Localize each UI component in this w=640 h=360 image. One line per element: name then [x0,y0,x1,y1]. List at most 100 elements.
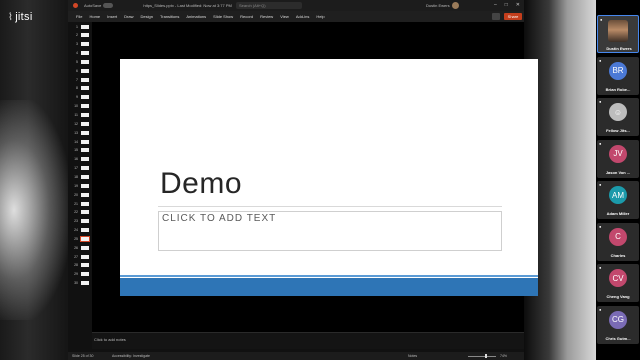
slide-thumbnail-pane: 1 2 3 4 5 6 7 8 9 10 11 12 13 14 15 16 17 18 19 20 21 22 23 24 2… [68,22,92,348]
slide-thumbnail[interactable]: 25 [70,235,92,242]
participant-video [608,20,628,42]
close-icon[interactable]: ✕ [516,2,520,8]
tab-help[interactable]: Help [316,14,324,19]
current-slide[interactable]: Demo CLICK TO ADD TEXT [120,59,538,296]
notes-button[interactable]: Notes [408,354,417,358]
slide-thumbnail[interactable]: 1 [70,24,92,29]
slide-thumbnail-preview [81,130,89,135]
slide-thumbnail[interactable]: 6 [70,68,92,73]
slide-thumbnail-preview [81,24,89,29]
slide-thumbnail-preview [81,113,89,117]
slide-canvas: Demo CLICK TO ADD TEXT [92,22,538,332]
user-name[interactable]: Dustin Ewers [426,3,450,8]
slide-thumbnail[interactable]: 18 [70,174,92,179]
participant-tile[interactable]: ● C Charles [597,222,639,261]
slide-thumbnail[interactable]: 7 [70,77,92,82]
maximize-icon[interactable]: □ [505,2,508,8]
slide-title[interactable]: Demo [160,167,242,201]
participant-tile[interactable]: ● BR Brian Robe... [597,56,639,95]
slide-thumbnail[interactable]: 28 [70,263,92,268]
participant-tile[interactable]: ● Dustin Ewers [597,15,639,53]
slide-thumbnail[interactable]: 14 [70,139,92,144]
slide-thumbnail[interactable]: 3 [70,42,92,47]
slide-thumbnail[interactable]: 4 [70,51,92,56]
tab-transitions[interactable]: Transitions [160,14,179,19]
slide-thumbnail[interactable]: 26 [70,245,92,250]
tab-add-ins[interactable]: Add-ins [296,14,310,19]
slide-thumbnail-number: 6 [76,68,78,73]
autosave-toggle[interactable] [103,3,114,8]
slide-thumbnail[interactable]: 10 [70,104,92,109]
participant-tile[interactable]: ● CG Chris Gutm... [597,305,639,344]
participant-tile[interactable]: ● JV Jason Von ... [597,139,639,178]
participant-tile[interactable]: ● AM Adam Miller [597,181,639,219]
window-controls: – □ ✕ [494,2,520,8]
participant-avatar: CV [609,269,627,287]
slide-thumbnail[interactable]: 29 [70,272,92,277]
tab-slide-show[interactable]: Slide Show [213,14,233,19]
slide-thumbnail[interactable]: 13 [70,130,92,135]
tab-review[interactable]: Review [260,14,273,19]
user-avatar[interactable] [452,2,459,9]
slide-thumbnail[interactable]: 17 [70,166,92,171]
text-placeholder-label: CLICK TO ADD TEXT [162,213,277,224]
slide-thumbnail-number: 24 [74,228,78,233]
title-divider [158,206,502,207]
zoom-level[interactable]: 74% [500,354,507,358]
tab-file[interactable]: File [76,14,82,19]
tab-view[interactable]: View [280,14,289,19]
participant-tile[interactable]: ● CV Cheng Vang [597,264,639,302]
slide-thumbnail[interactable]: 16 [70,157,92,162]
default-user-icon: ☺ [609,103,627,121]
slide-thumbnail-preview [80,235,90,242]
slide-thumbnail[interactable]: 19 [70,183,92,188]
comments-button[interactable] [492,13,500,20]
slide-thumbnail[interactable]: 22 [70,210,92,215]
status-bar: Slide 25 of 30 Accessibility: Investigat… [68,352,524,360]
slide-thumbnail-number: 23 [74,219,78,224]
slide-thumbnail[interactable]: 15 [70,148,92,153]
share-button[interactable]: Share [504,13,522,20]
slide-thumbnail[interactable]: 20 [70,192,92,197]
zoom-slider-thumb[interactable] [485,354,487,358]
tab-draw[interactable]: Draw [124,14,133,19]
slide-thumbnail[interactable]: 11 [70,113,92,118]
tab-insert[interactable]: Insert [107,14,117,19]
slide-thumbnail[interactable]: 21 [70,201,92,206]
slide-thumbnail-number: 16 [74,157,78,162]
participant-name: Adam Miller [606,211,630,216]
slide-thumbnail[interactable]: 30 [70,281,92,286]
slide-thumbnail-preview [81,51,89,56]
slide-thumbnail[interactable]: 2 [70,33,92,38]
slide-thumbnail-preview [81,201,89,206]
ribbon-tabs: File Home Insert Draw Design Transitions… [68,11,524,22]
slide-thumbnail[interactable]: 8 [70,86,92,91]
tab-record[interactable]: Record [240,14,253,19]
mic-icon: ● [599,57,602,63]
slide-thumbnail[interactable]: 24 [70,228,92,233]
slide-thumbnail-number: 30 [74,281,78,286]
tab-home[interactable]: Home [89,14,100,19]
mic-icon: ● [599,265,602,270]
slide-thumbnail-number: 26 [74,245,78,250]
participant-tile[interactable]: ● ☺ Fellow Jits... [597,98,639,136]
slide-thumbnail[interactable]: 9 [70,95,92,100]
tab-design[interactable]: Design [140,14,152,19]
slide-thumbnail[interactable]: 12 [70,121,92,126]
notes-pane[interactable]: Click to add notes [92,332,524,349]
slide-thumbnail-number: 1 [76,24,78,29]
slide-thumbnail-preview [81,95,89,100]
search-input[interactable]: Search (Alt+Q) [236,2,302,9]
participant-name: Jason Von ... [605,169,631,175]
accessibility-status[interactable]: Accessibility: Investigate [112,354,150,358]
tab-animations[interactable]: Animations [186,14,206,19]
slide-thumbnail-preview [81,68,89,73]
minimize-icon[interactable]: – [494,2,497,8]
slide-thumbnail-number: 7 [76,77,78,82]
slide-thumbnail[interactable]: 5 [70,59,92,64]
mic-icon: ● [599,140,602,146]
text-placeholder[interactable]: CLICK TO ADD TEXT [158,211,502,251]
slide-thumbnail[interactable]: 23 [70,219,92,224]
zoom-slider[interactable] [468,356,496,357]
slide-thumbnail[interactable]: 27 [70,254,92,259]
